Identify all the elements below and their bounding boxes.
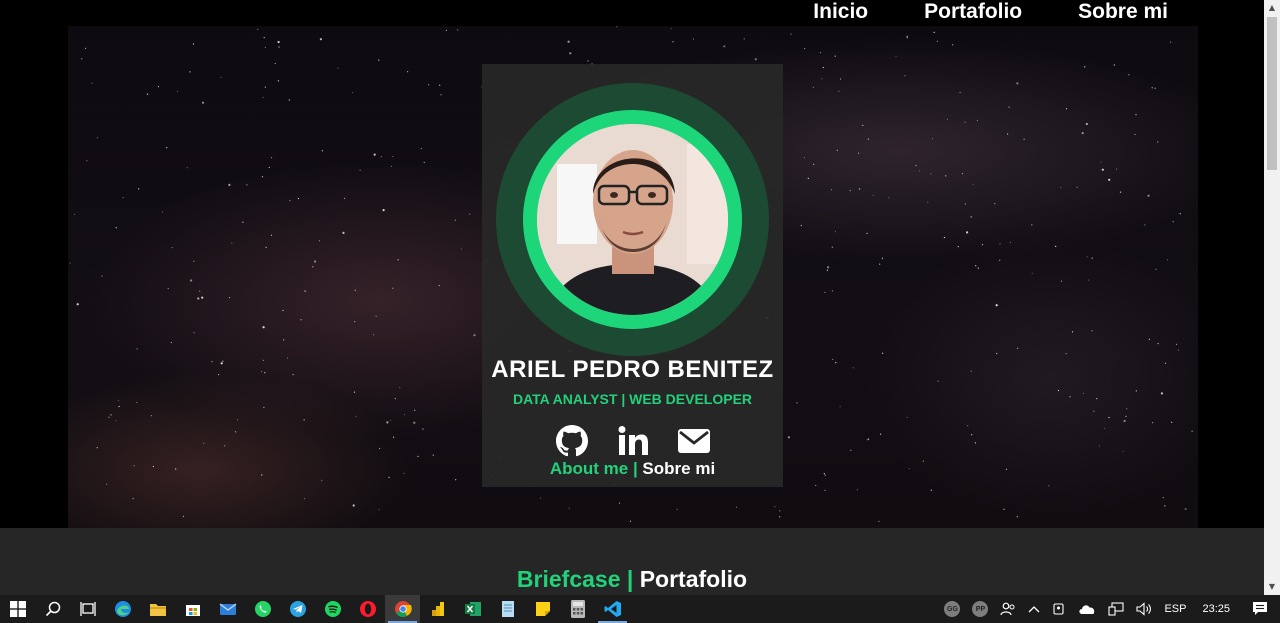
notification-icon xyxy=(1253,602,1267,615)
browser-viewport: Inicio Portafolio Sobre mi ARIEL PEDRO B… xyxy=(0,0,1264,595)
vertical-scrollbar[interactable]: ▲ ▼ xyxy=(1264,0,1280,595)
tray-badge-pp[interactable]: PP xyxy=(966,595,994,623)
tray-clock[interactable]: 23:25 xyxy=(1192,595,1240,623)
excel-icon xyxy=(464,602,481,616)
taskbar-file-explorer[interactable] xyxy=(140,595,175,623)
tray-network[interactable] xyxy=(1102,595,1130,623)
taskbar-telegram[interactable] xyxy=(280,595,315,623)
tray-notifications[interactable] xyxy=(1240,595,1280,623)
mail-icon xyxy=(219,603,236,615)
volume-icon xyxy=(1136,602,1152,616)
edge-icon xyxy=(114,601,131,617)
chrome-icon xyxy=(394,601,412,617)
scroll-thumb[interactable] xyxy=(1267,17,1277,170)
taskbar-excel[interactable] xyxy=(455,595,490,623)
avatar xyxy=(537,124,728,315)
tray-badge-gg[interactable]: GG xyxy=(938,595,966,623)
windows-taskbar: GG PP ESP 23:25 xyxy=(0,595,1280,623)
taskbar-mail[interactable] xyxy=(210,595,245,623)
about-label-es: Sobre mi xyxy=(642,459,716,478)
task-view-icon xyxy=(79,602,96,616)
linkedin-link[interactable] xyxy=(616,424,650,458)
nav-link-inicio[interactable]: Inicio xyxy=(813,0,868,26)
linkedin-icon xyxy=(618,426,648,455)
vscode-icon xyxy=(604,601,621,617)
nav-link-sobre-mi[interactable]: Sobre mi xyxy=(1078,0,1168,26)
profile-role: DATA ANALYST | WEB DEVELOPER xyxy=(512,391,753,407)
github-link[interactable] xyxy=(555,424,589,458)
search-icon xyxy=(45,601,60,617)
taskbar-power-bi[interactable] xyxy=(420,595,455,623)
network-icon xyxy=(1108,602,1125,616)
telegram-icon xyxy=(289,601,306,617)
taskbar-vscode[interactable] xyxy=(595,595,630,623)
taskbar-store[interactable] xyxy=(175,595,210,623)
system-tray: GG PP ESP 23:25 xyxy=(938,595,1280,623)
power-bi-icon xyxy=(431,602,444,616)
portfolio-title-en: Briefcase xyxy=(516,566,621,592)
hero-right-edge xyxy=(1198,0,1264,528)
hero-left-edge xyxy=(0,0,68,528)
tray-badge-gg-label: GG xyxy=(944,601,961,617)
taskbar-spotify[interactable] xyxy=(315,595,350,623)
github-icon xyxy=(556,425,588,457)
about-separator: | xyxy=(628,459,643,478)
portfolio-heading: Briefcase | Portafolio xyxy=(0,566,1264,593)
file-explorer-icon xyxy=(149,604,166,616)
task-view-button[interactable] xyxy=(70,595,105,623)
opera-icon xyxy=(359,601,376,617)
people-icon xyxy=(1000,602,1015,616)
mail-icon xyxy=(678,429,710,453)
taskbar-sticky-notes[interactable] xyxy=(525,595,560,623)
hero-section: Inicio Portafolio Sobre mi ARIEL PEDRO B… xyxy=(0,0,1264,528)
tray-volume[interactable] xyxy=(1130,595,1158,623)
spotify-icon xyxy=(324,601,341,617)
portfolio-title-separator: | xyxy=(620,566,640,592)
tray-meet-now[interactable] xyxy=(1046,595,1072,623)
tray-people[interactable] xyxy=(994,595,1022,623)
taskbar-calculator[interactable] xyxy=(560,595,595,623)
cloud-icon xyxy=(1079,605,1095,614)
top-nav: Inicio Portafolio Sobre mi xyxy=(813,0,1168,26)
taskbar-chrome[interactable] xyxy=(385,595,420,623)
tray-language[interactable]: ESP xyxy=(1158,595,1192,623)
store-icon xyxy=(185,605,200,616)
tray-onedrive[interactable] xyxy=(1072,595,1102,623)
sticky-notes-icon xyxy=(535,602,550,616)
scroll-up-arrow-icon[interactable]: ▲ xyxy=(1264,0,1280,16)
tray-show-hidden[interactable] xyxy=(1022,595,1046,623)
whatsapp-icon xyxy=(254,601,271,617)
notepad-icon xyxy=(501,601,514,617)
avatar-photo-icon xyxy=(537,124,728,315)
about-label-en: About me xyxy=(549,459,629,478)
meet-now-icon xyxy=(1053,603,1065,615)
windows-start-icon xyxy=(9,601,26,617)
calculator-icon xyxy=(570,600,585,618)
social-links xyxy=(555,424,711,458)
nav-link-portafolio[interactable]: Portafolio xyxy=(924,0,1022,26)
portfolio-section: Briefcase | Portafolio xyxy=(0,528,1264,595)
avatar-ring-accent xyxy=(523,110,742,329)
start-button[interactable] xyxy=(0,595,35,623)
avatar-ring xyxy=(496,83,769,356)
chevron-up-icon xyxy=(1028,606,1040,613)
taskbar-edge[interactable] xyxy=(105,595,140,623)
profile-name: ARIEL PEDRO BENITEZ xyxy=(491,356,774,383)
profile-card: ARIEL PEDRO BENITEZ DATA ANALYST | WEB D… xyxy=(482,64,783,487)
tray-badge-pp-label: PP xyxy=(972,601,989,617)
about-me-link[interactable]: About me | Sobre mi xyxy=(482,459,783,479)
scroll-down-arrow-icon[interactable]: ▼ xyxy=(1264,579,1280,595)
portfolio-title-es: Portafolio xyxy=(639,566,748,592)
taskbar-opera[interactable] xyxy=(350,595,385,623)
taskbar-notepad[interactable] xyxy=(490,595,525,623)
email-link[interactable] xyxy=(677,424,711,458)
search-button[interactable] xyxy=(35,595,70,623)
taskbar-whatsapp[interactable] xyxy=(245,595,280,623)
